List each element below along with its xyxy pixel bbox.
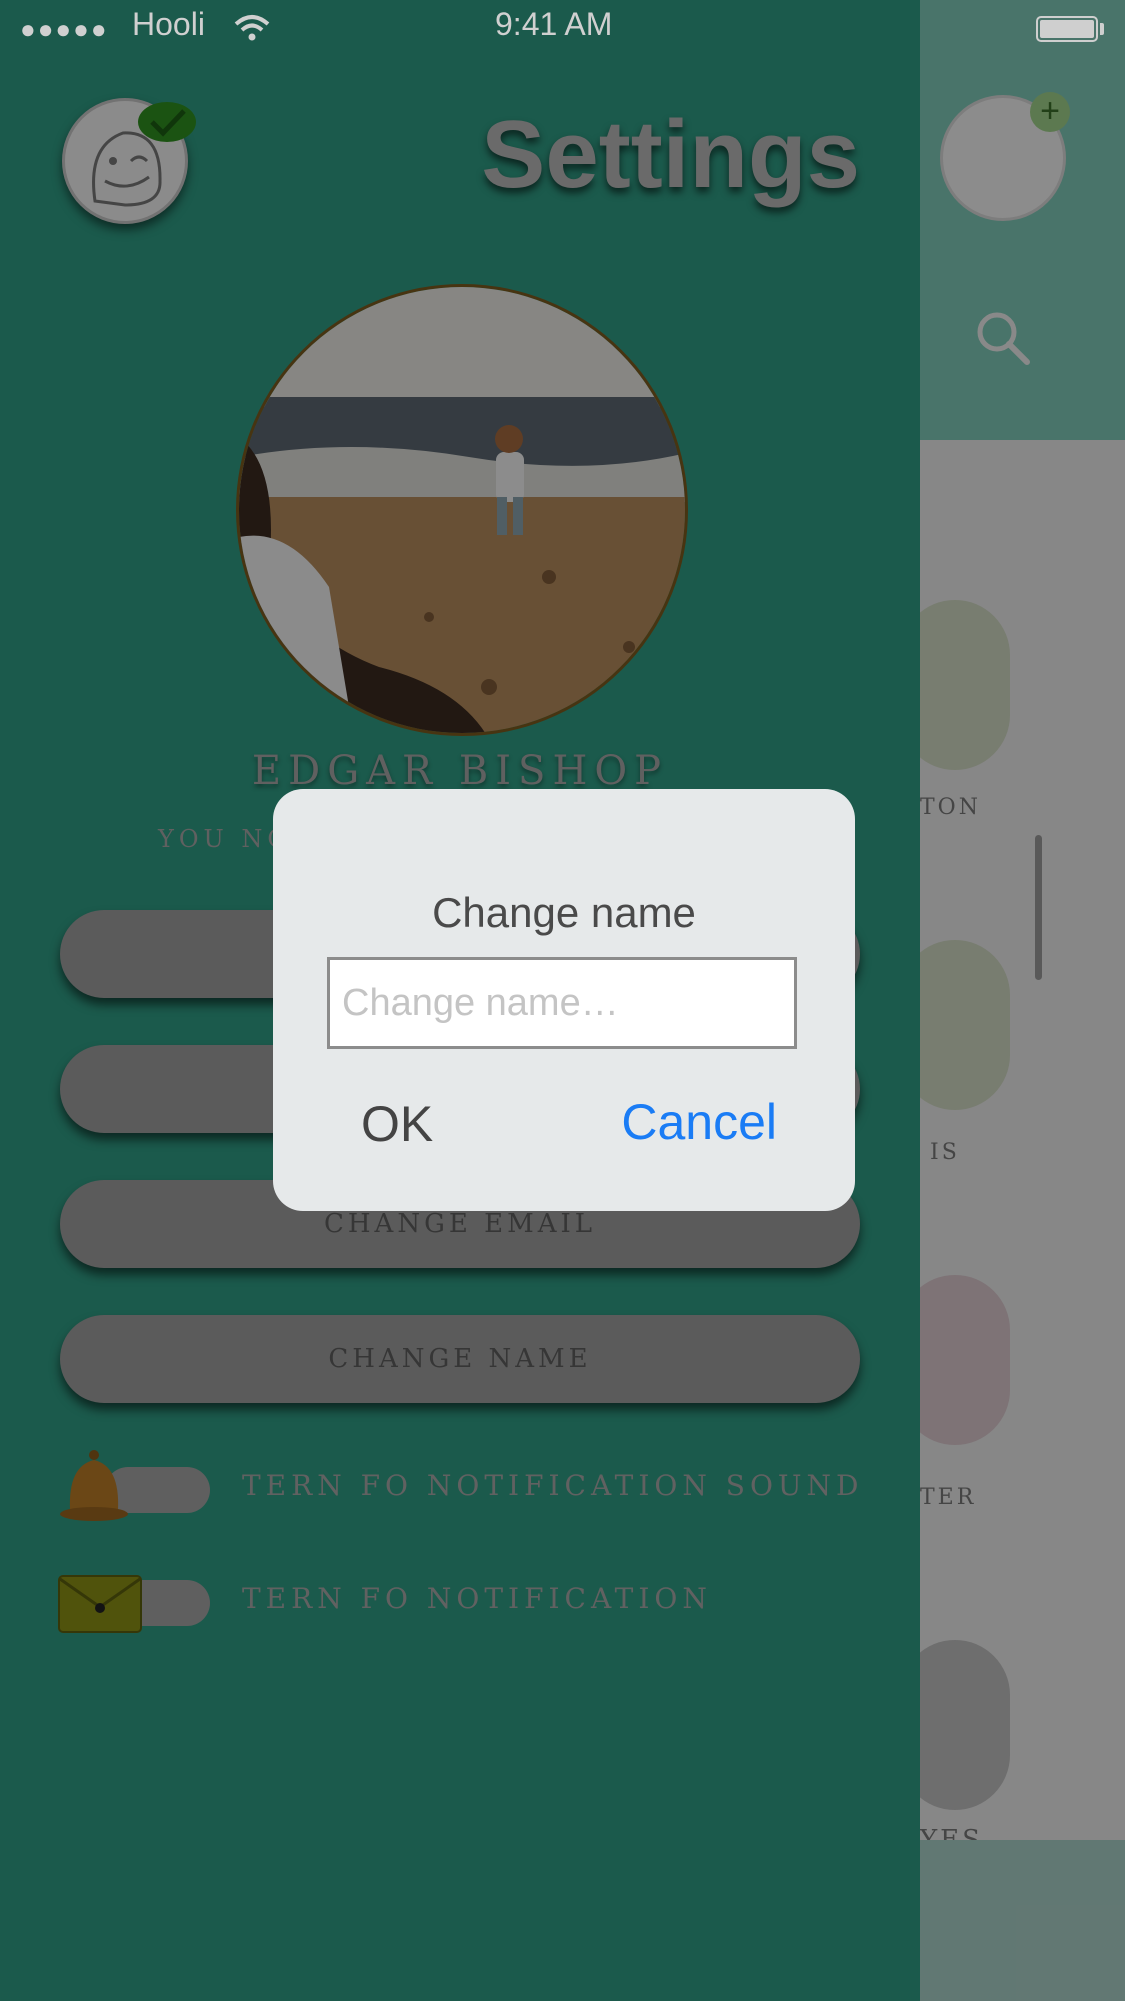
battery-icon <box>1036 16 1098 42</box>
change-name-input[interactable] <box>327 957 797 1049</box>
wifi-icon <box>234 15 270 41</box>
cancel-button[interactable]: Cancel <box>621 1093 777 1151</box>
dialog-title: Change name <box>432 889 696 936</box>
carrier-name: Hooli <box>132 6 205 42</box>
clock: 9:41 AM <box>495 6 613 42</box>
ok-button[interactable]: OK <box>361 1095 433 1153</box>
status-bar: ●●●●● Hooli 9:41 AM <box>0 0 1125 50</box>
app-frame: + TON IS TER YES Set <box>0 0 1125 2001</box>
signal-strength-icon: ●●●●● <box>20 14 109 44</box>
change-name-dialog: Change name OK Cancel <box>273 789 855 1211</box>
battery-tip <box>1100 23 1104 35</box>
background-dim-overlay[interactable] <box>920 0 1125 2001</box>
